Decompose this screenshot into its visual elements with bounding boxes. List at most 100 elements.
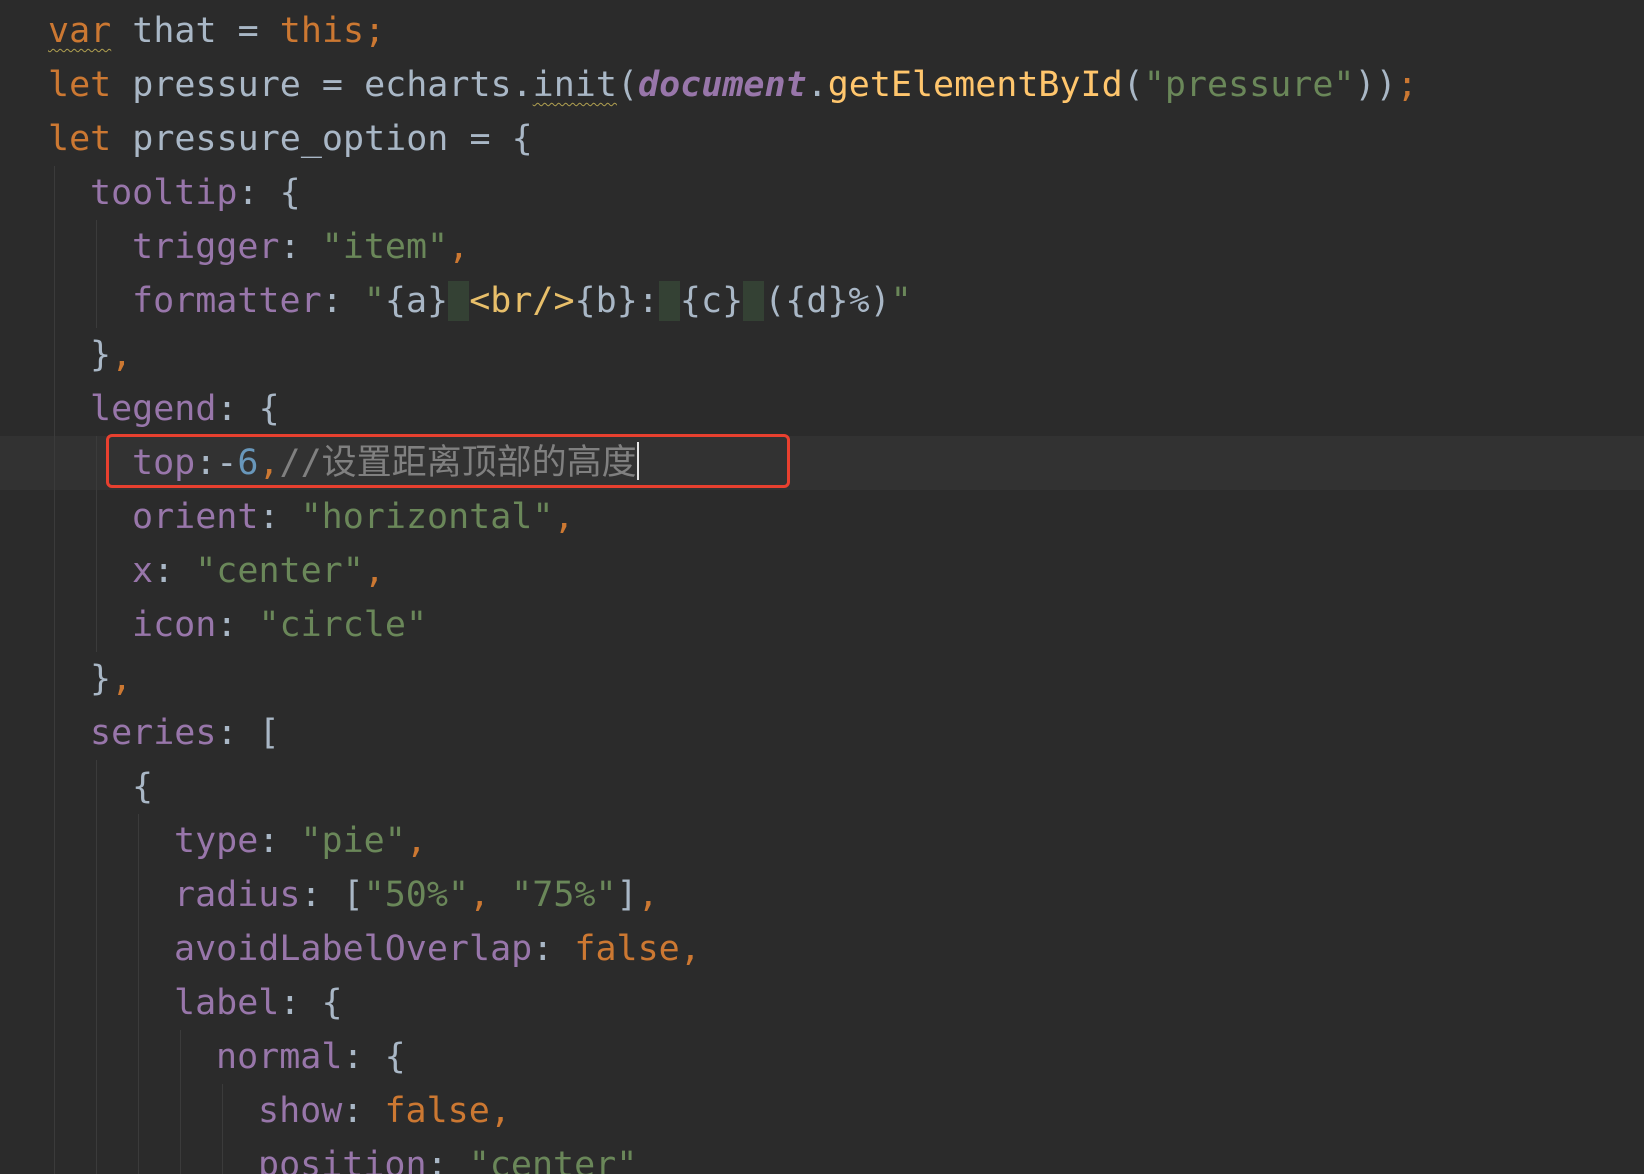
code-line[interactable]: position: "center" [0, 1138, 1644, 1174]
indent-guide [138, 868, 139, 922]
code-token: : { [342, 1037, 406, 1077]
code-line[interactable]: legend: { [0, 382, 1644, 436]
code-line[interactable]: formatter: "{a} <br/>{b}: {c} ({d}%)" [0, 274, 1644, 328]
indent-guide [54, 490, 55, 544]
code-token: ] [616, 875, 638, 915]
code-line-content: icon: "circle" [132, 598, 427, 652]
code-line[interactable]: let pressure = echarts.init(document.get… [0, 58, 1644, 112]
indent-guide [54, 1084, 55, 1138]
code-line-content: normal: { [216, 1030, 406, 1084]
indent-guide [138, 976, 139, 1030]
indent-guide [54, 220, 55, 274]
code-token: , [363, 551, 385, 591]
code-line-content: series: [ [90, 706, 280, 760]
indent-guide [96, 760, 97, 814]
code-line[interactable]: }, [0, 652, 1644, 706]
code-token: radius [174, 875, 301, 915]
code-token: : [258, 821, 301, 861]
code-line[interactable]: let pressure_option = { [0, 112, 1644, 166]
code-token: )) [1354, 65, 1397, 105]
code-token: top [132, 443, 196, 483]
code-token [743, 281, 765, 321]
code-line-content: type: "pie", [174, 814, 427, 868]
code-line-content: var that = this; [48, 4, 385, 58]
code-token: normal [216, 1037, 343, 1077]
code-line-content: orient: "horizontal", [132, 490, 575, 544]
indent-guide [54, 598, 55, 652]
code-line[interactable]: tooltip: { [0, 166, 1644, 220]
indent-guide [96, 490, 97, 544]
indent-guide [180, 1030, 181, 1084]
code-token [448, 281, 470, 321]
code-token: ; [364, 11, 386, 51]
code-line[interactable]: normal: { [0, 1030, 1644, 1084]
code-token: : [426, 1145, 469, 1174]
code-token: ( [616, 65, 639, 105]
indent-guide [96, 922, 97, 976]
code-area[interactable]: var that = this; let pressure = echarts.i… [0, 4, 1644, 1174]
code-token: "center" [468, 1145, 638, 1174]
indent-guide [96, 976, 97, 1030]
code-line-content: radius: ["50%", "75%"], [174, 868, 659, 922]
code-line-content: }, [90, 652, 132, 706]
code-line[interactable]: radius: ["50%", "75%"], [0, 868, 1644, 922]
code-token: label [174, 983, 280, 1023]
code-token: :- [195, 443, 238, 483]
code-line-content: label: { [174, 976, 343, 1030]
indent-guide [54, 868, 55, 922]
code-token: "pressure" [1143, 65, 1355, 105]
code-line[interactable]: show: false, [0, 1084, 1644, 1138]
code-line[interactable]: series: [ [0, 706, 1644, 760]
indent-guide [96, 1030, 97, 1084]
indent-guide [96, 274, 97, 328]
code-editor[interactable]: var that = this; let pressure = echarts.i… [0, 0, 1644, 1174]
indent-guide [96, 544, 97, 598]
code-line[interactable]: }, [0, 328, 1644, 382]
indent-guide [54, 166, 55, 220]
code-token: "item" [321, 227, 449, 267]
code-line[interactable]: x: "center", [0, 544, 1644, 598]
code-token: : [342, 1091, 385, 1131]
code-token: : { [279, 983, 343, 1023]
code-token: false [574, 929, 680, 969]
code-line[interactable]: icon: "circle" [0, 598, 1644, 652]
code-token: <br/> [469, 281, 575, 321]
code-token: {a} [384, 281, 449, 321]
code-line[interactable]: type: "pie", [0, 814, 1644, 868]
indent-guide [54, 652, 55, 706]
code-token: { [132, 767, 154, 807]
code-token: "circle" [258, 605, 428, 645]
code-line-content: legend: { [90, 382, 280, 436]
code-line[interactable]: avoidLabelOverlap: false, [0, 922, 1644, 976]
code-line-content: }, [90, 328, 132, 382]
code-token: ( [1122, 65, 1144, 105]
indent-guide [180, 1138, 181, 1174]
code-token: : [ [216, 713, 280, 753]
indent-guide [54, 382, 55, 436]
code-token: false [384, 1091, 490, 1131]
indent-guide [96, 1138, 97, 1174]
code-token: , [111, 335, 133, 375]
indent-guide [54, 1138, 55, 1174]
code-line[interactable]: label: { [0, 976, 1644, 1030]
indent-guide [180, 1084, 181, 1138]
code-line[interactable]: orient: "horizontal", [0, 490, 1644, 544]
code-token: ({d}%) [764, 281, 891, 321]
indent-guide [96, 436, 97, 490]
indent-guide [138, 1084, 139, 1138]
code-line[interactable]: trigger: "item", [0, 220, 1644, 274]
code-token: var [48, 11, 112, 51]
code-token: , [553, 497, 575, 537]
indent-guide [96, 814, 97, 868]
code-token: "75%" [511, 875, 617, 915]
indent-guide [222, 1138, 223, 1174]
code-token: orient [132, 497, 259, 537]
code-line[interactable]: { [0, 760, 1644, 814]
code-token: position [258, 1145, 427, 1174]
code-line[interactable]: var that = this; [0, 4, 1644, 58]
code-line-current[interactable]: top:-6,//设置距离顶部的高度 [0, 436, 1644, 490]
indent-guide [138, 1138, 139, 1174]
code-line-content: top:-6,//设置距离顶部的高度 [132, 436, 639, 490]
indent-guide [54, 274, 55, 328]
code-line-content: { [132, 760, 153, 814]
